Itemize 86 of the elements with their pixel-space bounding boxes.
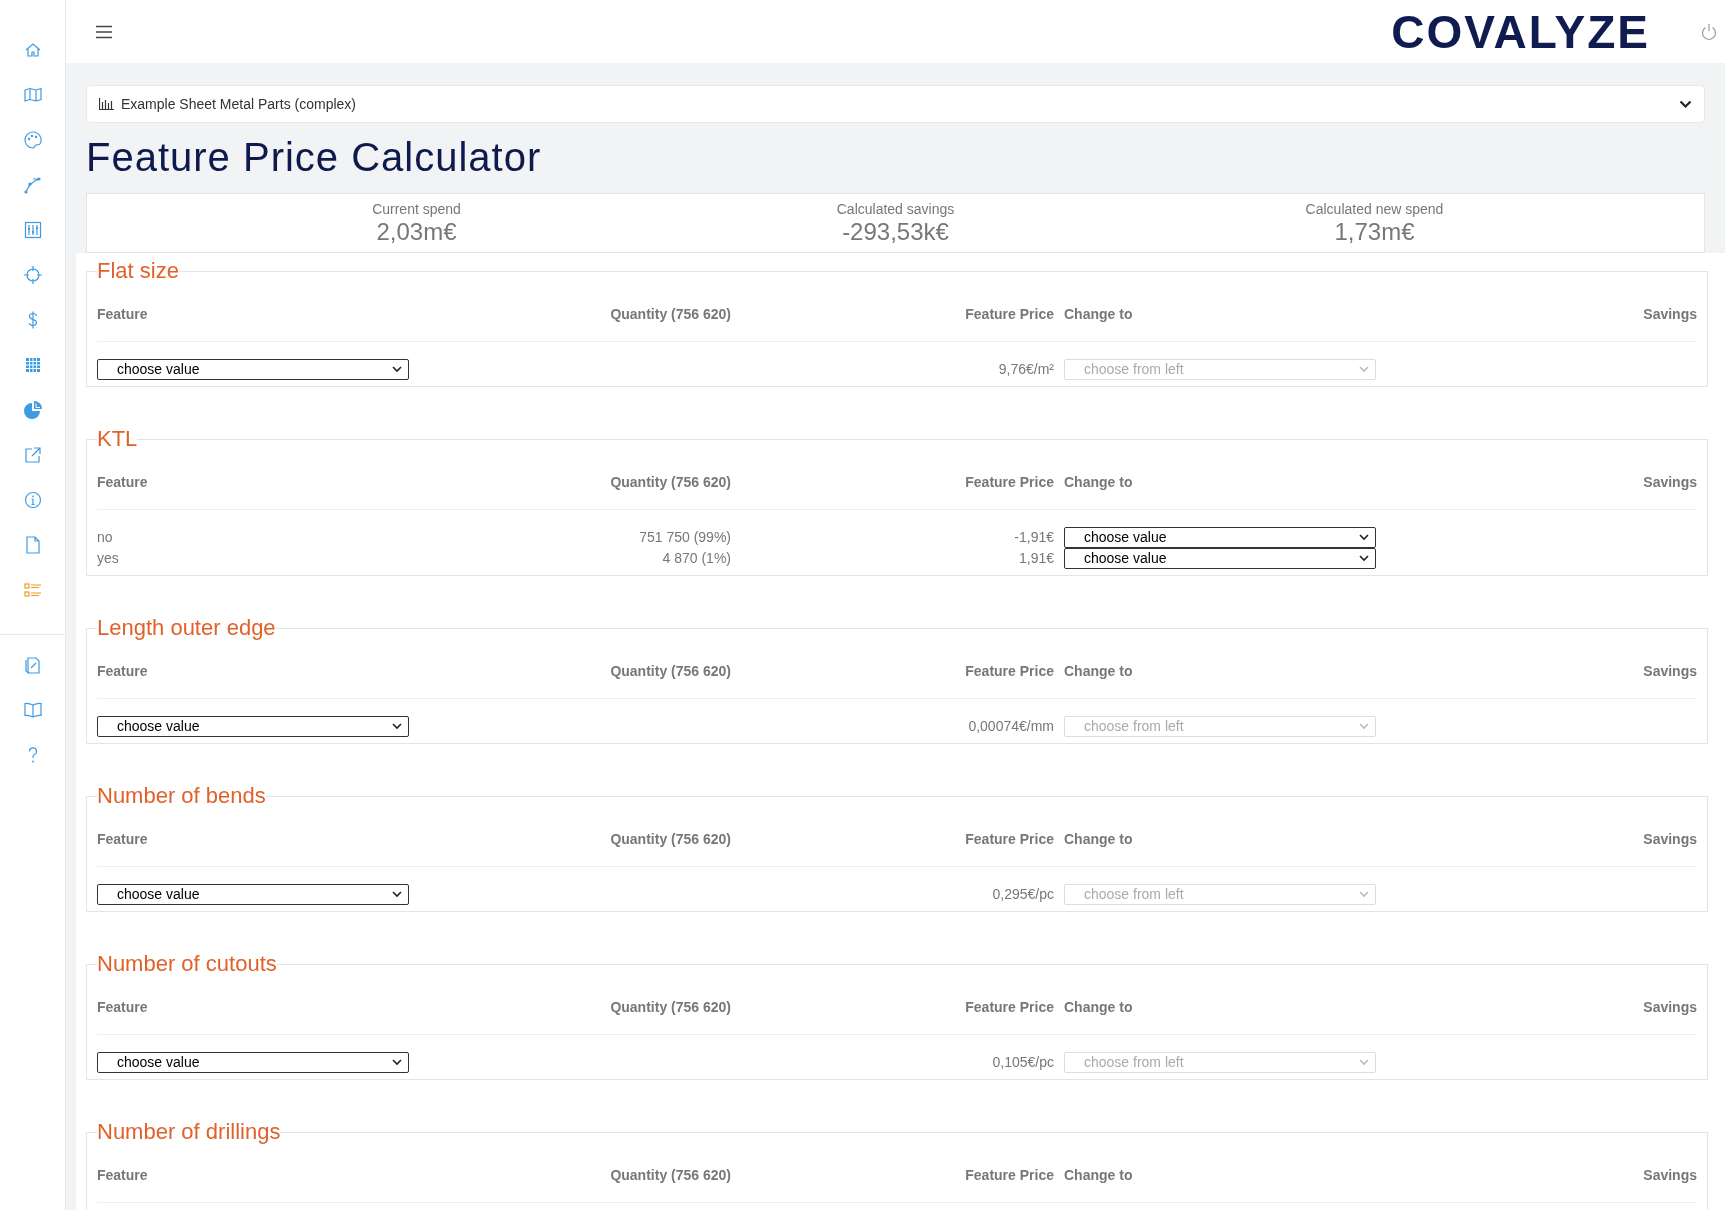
select-field[interactable]: choose value bbox=[97, 883, 409, 905]
section-title: Length outer edge bbox=[97, 615, 276, 641]
column-header: Change to bbox=[1064, 662, 1133, 679]
feature-price: -1,91€ bbox=[1014, 529, 1054, 545]
column-header: Change to bbox=[1064, 473, 1133, 490]
document-pencil-icon[interactable] bbox=[22, 655, 43, 675]
chevron-down-icon bbox=[392, 1058, 402, 1066]
section-title: Number of drillings bbox=[97, 1119, 281, 1145]
palette-icon[interactable] bbox=[22, 130, 43, 150]
quantity: 751 750 (99%) bbox=[639, 529, 731, 545]
column-header: Feature Price bbox=[965, 1166, 1054, 1183]
column-header: Quantity (756 620) bbox=[610, 662, 731, 679]
column-header: Feature bbox=[97, 473, 148, 490]
menu-icon[interactable] bbox=[96, 24, 112, 39]
column-header: Feature Price bbox=[965, 830, 1054, 847]
vector-curve-icon[interactable] bbox=[22, 175, 43, 195]
feature-price: 9,76€/m² bbox=[998, 361, 1054, 377]
select-field[interactable]: choose value bbox=[97, 1051, 409, 1073]
bar-chart-icon bbox=[99, 98, 114, 110]
feature-price: 1,91€ bbox=[1018, 550, 1054, 566]
feature-price: 0,295€/pc bbox=[992, 886, 1054, 902]
chevron-down-icon bbox=[392, 722, 402, 730]
crosshair-icon[interactable] bbox=[22, 265, 43, 285]
map-icon[interactable] bbox=[22, 85, 43, 105]
chevron-down-icon bbox=[392, 890, 402, 898]
feature-value: no bbox=[97, 529, 113, 545]
section-title: Number of bends bbox=[97, 783, 266, 809]
column-header: Quantity (756 620) bbox=[610, 1166, 731, 1183]
column-header: Savings bbox=[1643, 473, 1697, 490]
chevron-down-icon bbox=[1679, 99, 1692, 109]
select-field[interactable]: choose value bbox=[97, 715, 409, 737]
stat-label: Current spend bbox=[372, 200, 461, 218]
stat-value: 2,03m€ bbox=[376, 217, 457, 246]
section-title: Number of cutouts bbox=[97, 951, 277, 977]
column-header: Feature Price bbox=[965, 662, 1054, 679]
checklist-icon[interactable] bbox=[22, 580, 43, 600]
column-header: Savings bbox=[1643, 830, 1697, 847]
column-header: Feature bbox=[97, 830, 148, 847]
column-header: Change to bbox=[1064, 1166, 1133, 1183]
column-header: Quantity (756 620) bbox=[610, 305, 731, 322]
chevron-down-icon bbox=[1359, 890, 1369, 898]
stat-value: -293,53k€ bbox=[842, 217, 949, 246]
chevron-down-icon bbox=[1359, 365, 1369, 373]
feature-price: 0,00074€/mm bbox=[968, 718, 1054, 734]
select-field[interactable]: choose value bbox=[1064, 526, 1376, 548]
stat-label: Calculated savings bbox=[836, 200, 955, 218]
feature-price: 0,105€/pc bbox=[992, 1054, 1054, 1070]
stat-label: Calculated new spend bbox=[1305, 200, 1444, 218]
chevron-down-icon bbox=[1359, 1058, 1369, 1066]
stat-value: 1,73m€ bbox=[1334, 217, 1415, 246]
book-icon[interactable] bbox=[22, 700, 43, 720]
chevron-down-icon bbox=[1359, 722, 1369, 730]
external-link-icon[interactable] bbox=[22, 445, 43, 465]
chevron-down-icon bbox=[392, 365, 402, 373]
section-title: Flat size bbox=[97, 258, 179, 284]
column-header: Savings bbox=[1643, 998, 1697, 1015]
power-icon[interactable] bbox=[1701, 22, 1717, 41]
sliders-icon[interactable] bbox=[22, 220, 43, 240]
page-title: Feature Price Calculator bbox=[86, 134, 543, 181]
column-header: Feature bbox=[97, 998, 148, 1015]
column-header: Quantity (756 620) bbox=[610, 473, 731, 490]
select-field[interactable]: choose value bbox=[97, 358, 409, 380]
quantity: 4 870 (1%) bbox=[662, 550, 731, 566]
column-header: Feature bbox=[97, 1166, 148, 1183]
column-header: Quantity (756 620) bbox=[610, 830, 731, 847]
chevron-down-icon bbox=[1359, 554, 1369, 562]
column-header: Quantity (756 620) bbox=[610, 998, 731, 1015]
logo: COVALYZE bbox=[1391, 8, 1650, 55]
column-header: Feature Price bbox=[965, 473, 1054, 490]
chevron-down-icon bbox=[1359, 533, 1369, 541]
column-header: Change to bbox=[1064, 830, 1133, 847]
pie-chart-icon[interactable] bbox=[22, 400, 43, 420]
column-header: Savings bbox=[1643, 662, 1697, 679]
column-header: Feature Price bbox=[965, 998, 1054, 1015]
select-field[interactable]: choose value bbox=[1064, 547, 1376, 569]
column-header: Savings bbox=[1643, 1166, 1697, 1183]
section-title: KTL bbox=[97, 426, 138, 452]
column-header: Feature bbox=[97, 305, 148, 322]
feature-value: yes bbox=[97, 550, 119, 566]
column-header: Feature bbox=[97, 662, 148, 679]
column-header: Change to bbox=[1064, 305, 1133, 322]
column-header: Savings bbox=[1643, 305, 1697, 322]
column-header: Change to bbox=[1064, 998, 1133, 1015]
dataset-dropdown[interactable]: Example Sheet Metal Parts (complex) bbox=[86, 85, 1705, 123]
info-icon[interactable] bbox=[22, 490, 43, 510]
column-header: Feature Price bbox=[965, 305, 1054, 322]
